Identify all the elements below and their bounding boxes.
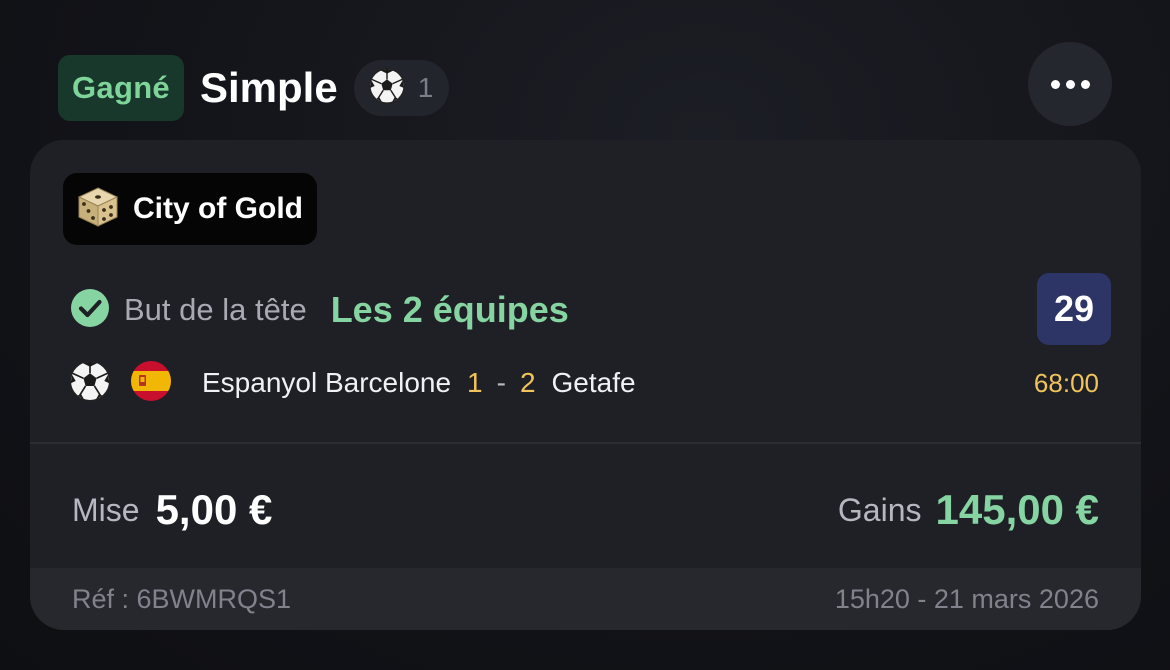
check-circle-icon [70, 288, 110, 333]
gains-value: 145,00 € [935, 486, 1100, 533]
bet-type-title: Simple [199, 64, 338, 111]
odds-badge: 29 [1037, 273, 1111, 345]
match-row[interactable]: Espanyol Barcelone 1 - 2 Getafe 68:00 [68, 358, 1101, 408]
bet-reference: Réf : 6BWMRQS1 [72, 583, 292, 614]
away-score: 2 [519, 367, 536, 398]
bet-footer: Réf : 6BWMRQS1 15h20 - 21 mars 2026 [30, 568, 1141, 630]
sport-count-pill: 1 [353, 60, 450, 116]
home-score: 1 [467, 367, 483, 398]
gains-label: Gains [837, 491, 922, 528]
stake-value: 5,00 € [155, 486, 273, 533]
away-team: Getafe [551, 367, 636, 398]
soccer-ball-icon [368, 67, 406, 110]
spain-flag-icon [130, 360, 172, 407]
bet-card: City of Gold But de la tête Les 2 équipe… [30, 140, 1141, 630]
divider [30, 442, 1141, 444]
match-time: 68:00 [1033, 368, 1099, 398]
home-team: Espanyol Barcelone [202, 367, 452, 398]
market-name: But de la tête [124, 292, 307, 327]
gains: Gains 145,00 € [838, 486, 1099, 534]
status-badge: Gagné [58, 55, 184, 121]
bet-datetime: 15h20 - 21 mars 2026 [834, 583, 1099, 614]
selection-pick: Les 2 équipes [330, 289, 569, 330]
sport-count: 1 [417, 72, 434, 103]
bet-detail-page: Gagné Simple 1 City of Gold But de la tê… [0, 0, 1170, 670]
soccer-ball-icon [68, 359, 112, 408]
more-dots-icon [1050, 79, 1090, 89]
dice-icon [75, 184, 121, 235]
selection-row: But de la tête Les 2 équipes [70, 285, 569, 335]
score-separator: - [496, 367, 506, 398]
game-chip[interactable]: City of Gold [63, 173, 317, 245]
game-chip-label: City of Gold [133, 192, 303, 225]
stake-row: Mise 5,00 € Gains 145,00 € [72, 480, 1099, 540]
stake-label: Mise [72, 491, 140, 528]
more-options-button[interactable] [1028, 42, 1112, 126]
bet-header: Gagné Simple 1 [58, 42, 1112, 126]
